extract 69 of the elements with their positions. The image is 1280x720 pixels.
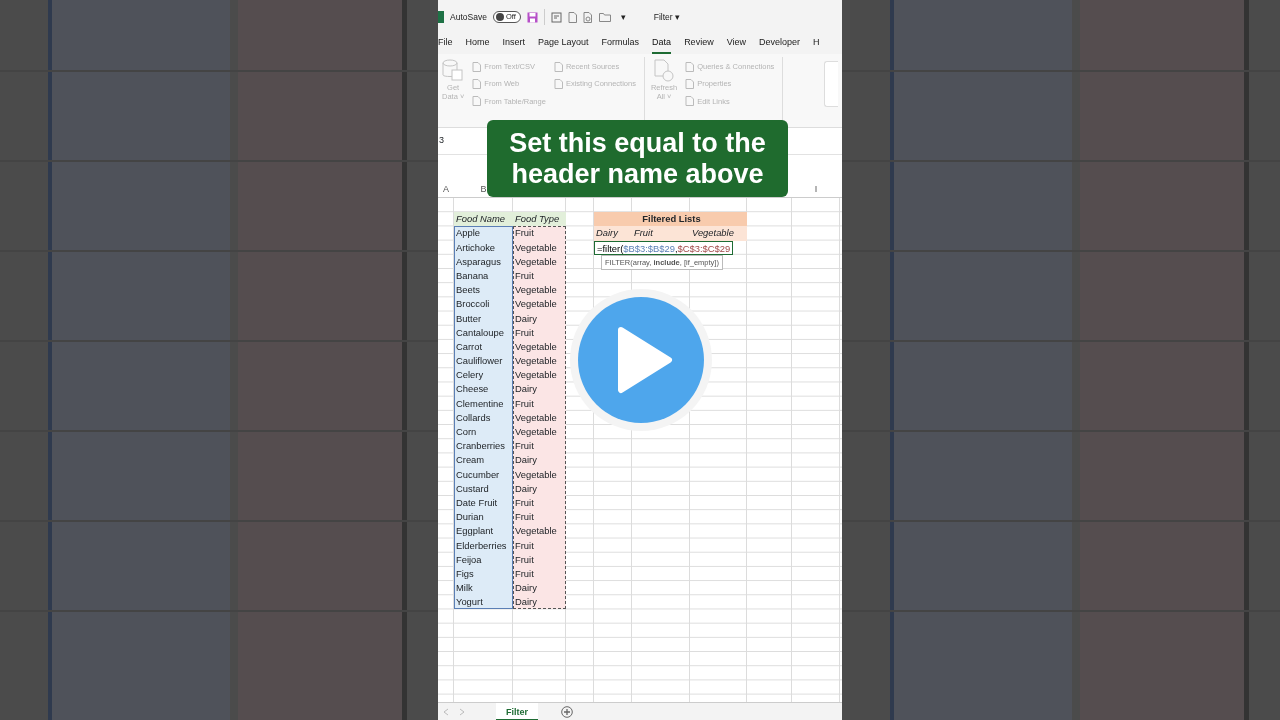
table-cell: Vegetable — [513, 524, 566, 539]
table-cell: Cauliflower — [454, 354, 513, 369]
document-icon — [472, 96, 482, 107]
document-icon — [553, 61, 563, 72]
table-cell: Vegetable — [513, 425, 566, 440]
merged-title-cell: Filtered Lists — [594, 212, 747, 227]
table-cell: Broccoli — [454, 297, 513, 312]
database-icon — [442, 59, 465, 83]
column-heading: Food Name — [454, 212, 513, 227]
ribbon-tab[interactable]: Insert — [502, 34, 526, 54]
table-cell: Dairy — [513, 453, 566, 468]
customize-caret-icon[interactable]: ▾ — [620, 10, 626, 24]
table-cell: Vegetable — [513, 368, 566, 383]
caption-text: header name above — [511, 158, 764, 190]
table-cell: Beets — [454, 283, 513, 298]
column-header[interactable]: A — [438, 180, 454, 198]
form-icon[interactable] — [550, 11, 562, 23]
scroll-right-icon[interactable] — [458, 707, 466, 716]
save-icon[interactable] — [526, 11, 538, 23]
document-name-button[interactable]: Filter ▾ — [653, 10, 680, 24]
name-box[interactable]: 3 — [438, 134, 478, 148]
table-cell: Durian — [454, 510, 513, 525]
document-icon — [685, 61, 695, 72]
ribbon-panel — [824, 61, 838, 107]
column-heading: Food Type — [513, 212, 566, 227]
table-cell: Fruit — [632, 226, 690, 241]
ribbon-tab[interactable]: View — [726, 34, 746, 54]
add-sheet-icon[interactable] — [561, 705, 573, 718]
ribbon-tab[interactable]: Home — [465, 34, 490, 54]
table-cell: Fruit — [513, 439, 566, 454]
table-cell: Vegetable — [513, 283, 566, 298]
document-icon — [472, 61, 482, 72]
table-cell: Cream — [454, 453, 513, 468]
table-cell: Vegetable — [513, 297, 566, 312]
table-cell: Celery — [454, 368, 513, 383]
sheet-tab[interactable]: Filter — [496, 702, 538, 720]
table-cell: Dairy — [513, 595, 566, 610]
table-cell: Cheese — [454, 382, 513, 397]
spreadsheet-logo-icon — [438, 11, 444, 23]
ribbon-tab[interactable]: Developer — [759, 34, 801, 54]
document-icon — [685, 78, 695, 89]
document-icon — [685, 96, 695, 107]
ribbon-tab[interactable]: Page Layout — [538, 34, 589, 54]
new-document-icon[interactable] — [567, 11, 577, 23]
table-cell: Dairy — [513, 581, 566, 596]
table-cell: Milk — [454, 581, 513, 596]
table-cell: Cranberries — [454, 439, 513, 454]
table-cell: Corn — [454, 425, 513, 440]
document-icon — [553, 78, 563, 89]
caption-text: Set this equal to the — [509, 127, 766, 159]
table-cell: Eggplant — [454, 524, 513, 539]
refresh-document-icon — [653, 59, 676, 83]
column-header[interactable]: I — [792, 180, 840, 198]
document-icon — [472, 78, 482, 89]
table-cell: Dairy — [594, 226, 632, 241]
table-cell: Vegetable — [690, 226, 747, 241]
autosave-label: AutoSave — [450, 10, 487, 24]
table-cell: Dairy — [513, 382, 566, 397]
scroll-left-icon[interactable] — [442, 707, 450, 716]
print-preview-icon[interactable] — [582, 11, 593, 23]
folder-icon[interactable] — [598, 12, 611, 22]
ribbon-tab[interactable]: Formulas — [601, 34, 640, 54]
play-button[interactable] — [569, 288, 713, 432]
table-cell: Fruit — [513, 510, 566, 525]
table-cell: Vegetable — [513, 354, 566, 369]
ribbon-tab[interactable]: File — [438, 34, 453, 54]
ribbon-tab[interactable]: Review — [684, 34, 714, 54]
table-cell: Yogurt — [454, 595, 513, 610]
ribbon-tab[interactable]: H — [813, 34, 820, 54]
